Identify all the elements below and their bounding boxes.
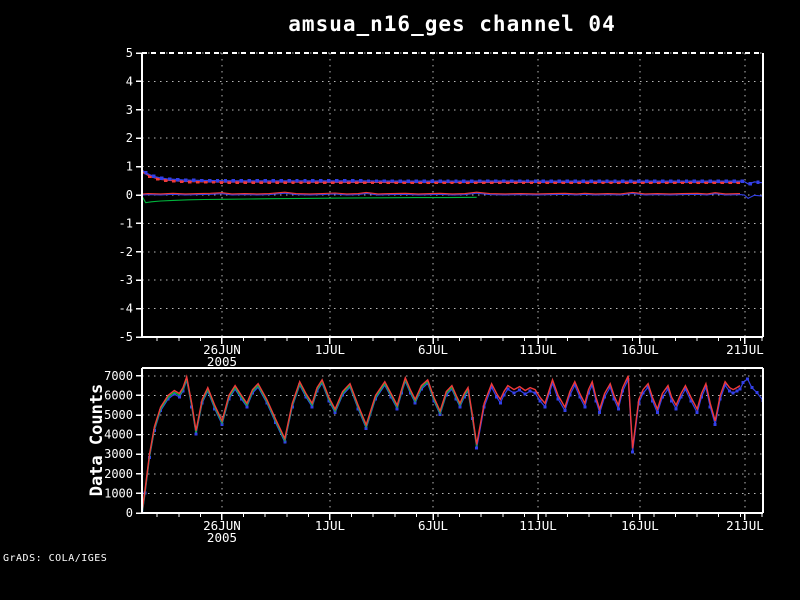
y-tick-label: 1000 bbox=[104, 486, 133, 500]
y-tick-label: -2 bbox=[119, 245, 133, 259]
grads-credit: GrADS: COLA/IGES bbox=[3, 553, 108, 564]
x-tick-label: 21JUL bbox=[726, 518, 764, 533]
top-panel-chart: 543210-1-2-3-4-526JUN20051JUL 6JUL 11JUL 16… bbox=[119, 46, 764, 369]
y-tick-label: -1 bbox=[119, 216, 133, 230]
x-tick-label: 1JUL bbox=[315, 342, 345, 357]
plot-title: amsua_n16_ges channel 04 bbox=[288, 12, 616, 36]
y-tick-label: 4 bbox=[126, 74, 133, 88]
y-tick-label: 5000 bbox=[104, 408, 133, 422]
y-tick-label: 3 bbox=[126, 103, 133, 117]
y-tick-label: -4 bbox=[119, 302, 133, 316]
y-tick-label: 3000 bbox=[104, 447, 133, 461]
series-top-green-line bbox=[142, 195, 477, 204]
grads-plot-screen: amsua_n16_ges channel 04 5 4 3 2 1 0 -1 -2 -3 -4 -… bbox=[0, 0, 800, 600]
y-tick-label: 5 bbox=[126, 46, 133, 60]
x-tick-label: 1JUL bbox=[315, 518, 345, 533]
y-tick-label: -3 bbox=[119, 273, 133, 287]
series-bottom-blue bbox=[142, 377, 763, 513]
y-tick-label: 6000 bbox=[104, 388, 133, 402]
x-tick-label: 16JUL bbox=[621, 342, 659, 357]
data-series bbox=[142, 169, 763, 204]
x-tick-label: 11JUL bbox=[519, 342, 557, 357]
y-tick-label: 2 bbox=[126, 131, 133, 145]
axis-tick-labels: 543210-1-2-3-4-526JUN20051JUL 6JUL 11JUL 16… bbox=[119, 46, 764, 369]
bottom-panel-chart: 7000600050004000300020001000026JUN20051J… bbox=[104, 367, 764, 545]
x-tick-label: 6JUL bbox=[418, 518, 448, 533]
x-tick-label: 21JUL bbox=[726, 342, 764, 357]
series-top-red-line bbox=[142, 191, 741, 195]
x-tick-label: 11JUL bbox=[519, 518, 557, 533]
x-tick-label: 6JUL bbox=[418, 342, 448, 357]
y-tick-label: 2000 bbox=[104, 467, 133, 481]
x-tick-label: 16JUL bbox=[621, 518, 659, 533]
series-bottom-red bbox=[142, 374, 741, 513]
y-tick-label: 0 bbox=[126, 188, 133, 202]
data-series bbox=[142, 374, 763, 513]
y-tick-label: 1 bbox=[126, 160, 133, 174]
y-tick-label: 7000 bbox=[104, 369, 133, 383]
y-tick-label: -5 bbox=[119, 330, 133, 344]
axis-ticks bbox=[136, 52, 763, 344]
x-year-label: 2005 bbox=[207, 530, 237, 545]
y-tick-label: 4000 bbox=[104, 428, 133, 442]
y-tick-label: 0 bbox=[126, 506, 133, 520]
